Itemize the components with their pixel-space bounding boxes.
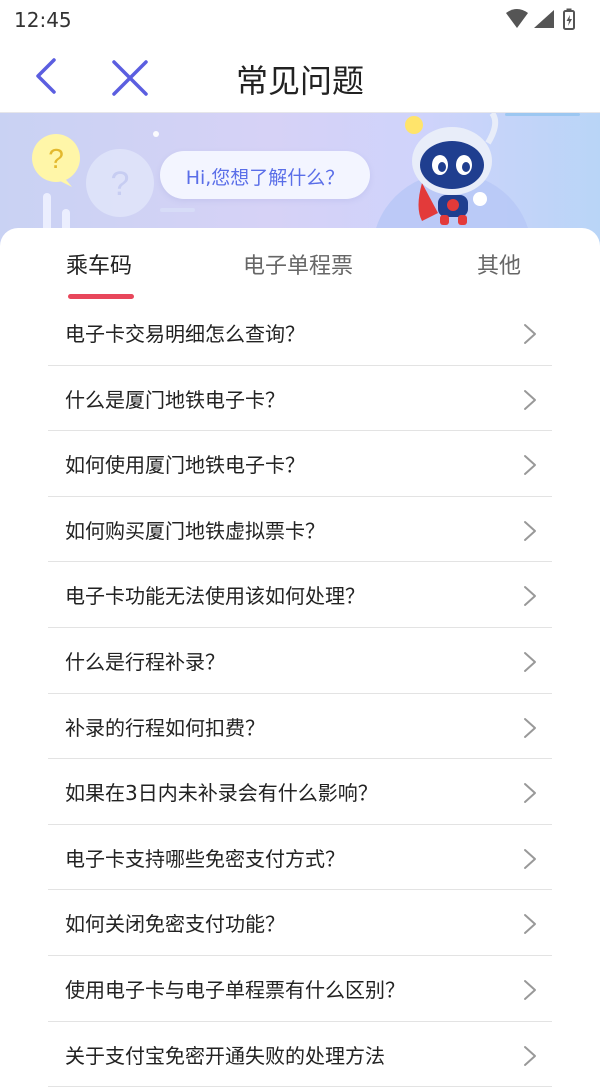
faq-question: 电子卡支持哪些免密支付方式？ xyxy=(65,846,345,871)
faq-question: 什么是行程补录？ xyxy=(65,649,225,674)
faq-item[interactable]: 如果在3日内未补录会有什么影响？ xyxy=(48,759,552,825)
chevron-right-icon xyxy=(524,324,536,344)
svg-text:?: ? xyxy=(111,165,130,203)
faq-item[interactable]: 如何使用厦门地铁电子卡？ xyxy=(48,431,552,497)
chevron-right-icon xyxy=(524,848,536,869)
faq-item[interactable]: 电子卡支持哪些免密支付方式？ xyxy=(48,825,552,891)
faq-item[interactable]: 如何购买厦门地铁虚拟票卡？ xyxy=(48,497,552,563)
status-icons xyxy=(504,8,580,36)
wifi-icon xyxy=(506,9,528,28)
active-tab-indicator xyxy=(68,294,134,299)
tab-bar: 乘车码 电子单程票 其他 xyxy=(0,228,600,300)
chevron-right-icon xyxy=(524,389,536,410)
chevron-right-icon xyxy=(524,520,536,541)
battery-icon xyxy=(563,8,575,30)
faq-item[interactable]: 补录的行程如何扣费？ xyxy=(48,694,552,760)
faq-question: 关于支付宝免密开通失败的处理方法 xyxy=(65,1043,385,1068)
signal-icon xyxy=(534,10,554,28)
status-time: 12:45 xyxy=(14,8,72,32)
faq-item[interactable]: 使用电子卡与电子单程票有什么区别？ xyxy=(48,956,552,1022)
tab-other[interactable]: 其他 xyxy=(477,248,521,280)
faq-question: 补录的行程如何扣费？ xyxy=(65,715,265,740)
status-bar: 12:45 xyxy=(0,0,600,40)
navbar: 常见问题 xyxy=(0,40,600,113)
faq-item[interactable]: 电子卡功能无法使用该如何处理？ xyxy=(48,562,552,628)
chevron-right-icon xyxy=(524,455,536,476)
chevron-right-icon xyxy=(524,979,536,1000)
faq-list: 电子卡交易明细怎么查询？ 什么是厦门地铁电子卡？ 如何使用厦门地铁电子卡？ 如何… xyxy=(48,300,552,1087)
tab-e-ticket[interactable]: 电子单程票 xyxy=(243,248,353,280)
svg-text:?: ? xyxy=(48,143,64,174)
chevron-right-icon xyxy=(524,1045,536,1066)
faq-card: 乘车码 电子单程票 其他 电子卡交易明细怎么查询？ 什么是厦门地铁电子卡？ 如何… xyxy=(0,228,600,1087)
faq-question: 什么是厦门地铁电子卡？ xyxy=(65,387,285,412)
chevron-right-icon xyxy=(524,651,536,672)
chevron-right-icon xyxy=(524,914,536,935)
chevron-right-icon xyxy=(524,586,536,607)
faq-question: 如果在3日内未补录会有什么影响？ xyxy=(65,781,378,806)
faq-question: 如何关闭免密支付功能？ xyxy=(65,912,285,937)
faq-question: 如何购买厦门地铁虚拟票卡？ xyxy=(65,518,325,543)
chevron-right-icon xyxy=(524,783,536,804)
faq-question: 使用电子卡与电子单程票有什么区别？ xyxy=(65,977,405,1002)
greeting-bubble: Hi,您想了解什么？ xyxy=(160,151,370,199)
page-title: 常见问题 xyxy=(235,62,364,100)
faq-item[interactable]: 如何关闭免密支付功能？ xyxy=(48,890,552,956)
faq-item[interactable]: 什么是行程补录？ xyxy=(48,628,552,694)
tab-qr-code[interactable]: 乘车码 xyxy=(66,248,132,280)
faq-item[interactable]: 什么是厦门地铁电子卡？ xyxy=(48,366,552,432)
faq-question: 电子卡功能无法使用该如何处理？ xyxy=(65,584,365,609)
faq-item[interactable]: 电子卡交易明细怎么查询？ xyxy=(48,300,552,366)
faq-question: 电子卡交易明细怎么查询？ xyxy=(65,322,305,346)
greeting-text: Hi,您想了解什么？ xyxy=(185,167,345,189)
faq-question: 如何使用厦门地铁电子卡？ xyxy=(65,453,305,478)
faq-item[interactable]: 关于支付宝免密开通失败的处理方法 xyxy=(48,1022,552,1087)
chevron-right-icon xyxy=(524,717,536,738)
